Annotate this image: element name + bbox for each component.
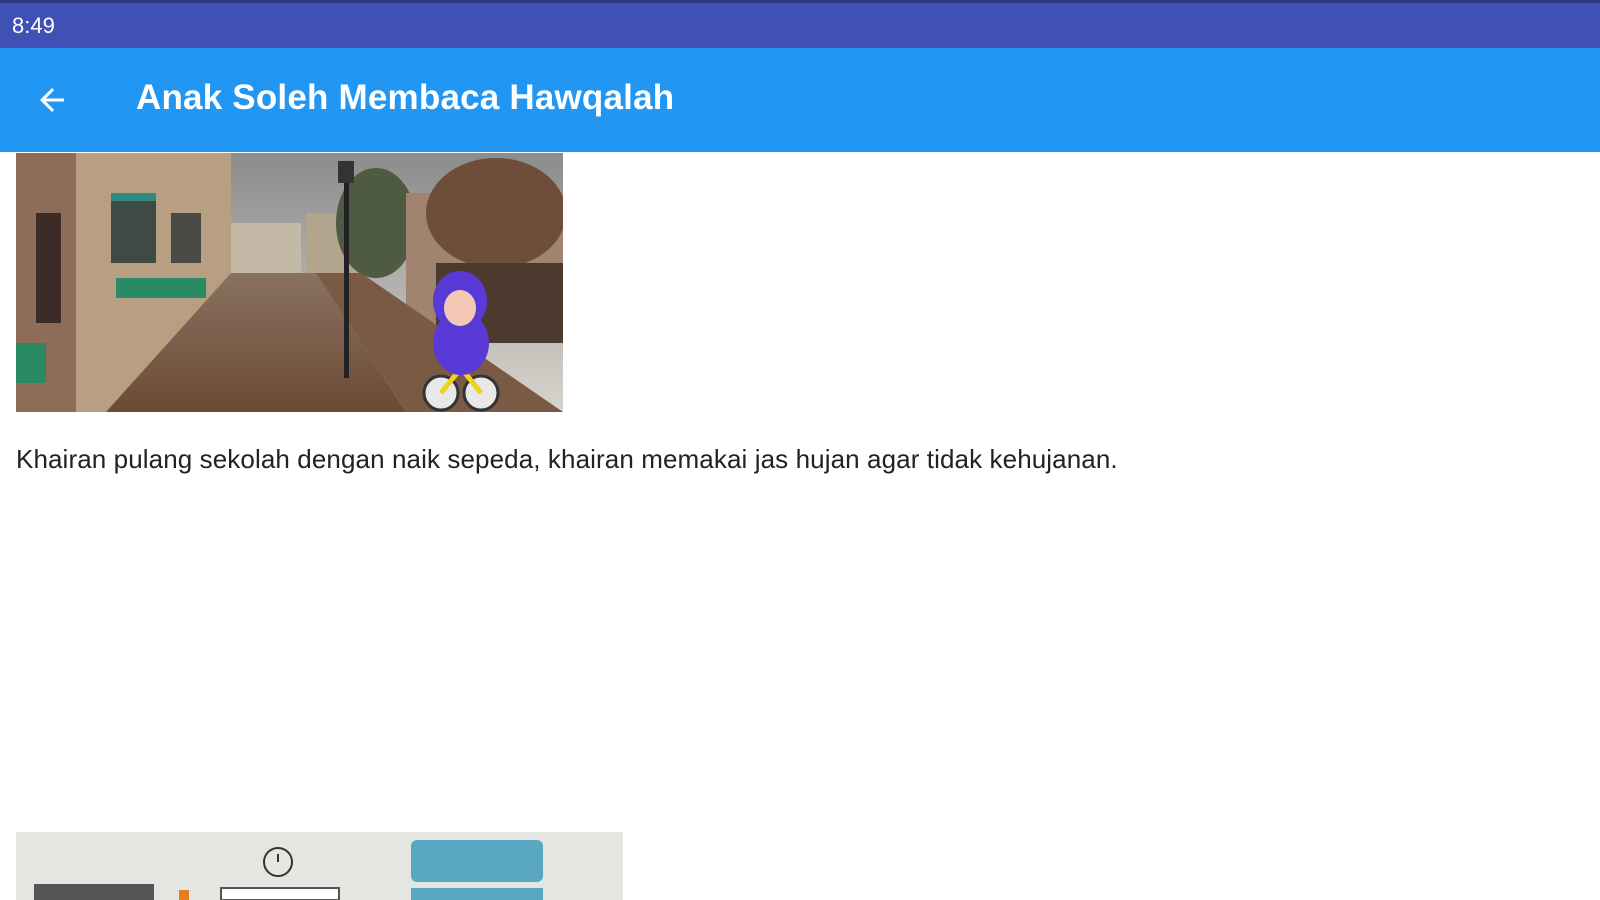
story-text: Khairan pulang sekolah dengan naik seped… [16, 444, 1118, 474]
app-bar: Anak Soleh Membaca Hawqalah [0, 48, 1600, 152]
next-illustration [16, 832, 623, 900]
status-bar: 8:49 [0, 0, 1600, 48]
page-title: Anak Soleh Membaca Hawqalah [136, 78, 675, 117]
arrow-left-icon [40, 88, 64, 112]
status-time: 8:49 [12, 13, 55, 38]
story-illustration [16, 153, 563, 412]
back-button[interactable] [22, 74, 82, 126]
